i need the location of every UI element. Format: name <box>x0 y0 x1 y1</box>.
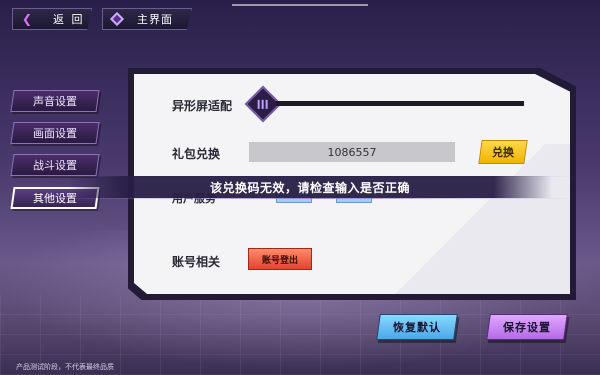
gift-redeem-label: 礼包兑换 <box>172 147 221 161</box>
restore-defaults-button[interactable]: 恢复默认 <box>376 314 458 340</box>
logout-button-label: 账号登出 <box>261 255 298 266</box>
sidebar-item-sound[interactable]: 声音设置 <box>10 90 100 112</box>
notch-adapt-label: 异形屏适配 <box>172 99 233 113</box>
slider-bars-icon <box>258 99 268 109</box>
toast-border-bottom <box>40 198 580 199</box>
save-settings-button[interactable]: 保存设置 <box>486 314 568 340</box>
redeem-button-label: 兑换 <box>492 146 514 159</box>
back-arrow-icon: ❮ <box>21 12 33 26</box>
top-indicator-line <box>232 4 368 6</box>
redeem-button[interactable]: 兑换 <box>478 140 528 164</box>
logout-button[interactable]: 账号登出 <box>248 248 312 270</box>
sidebar-item-label: 声音设置 <box>33 95 77 108</box>
sidebar-item-graphics[interactable]: 画面设置 <box>10 122 100 144</box>
panel-decoration <box>370 144 570 294</box>
save-settings-label: 保存设置 <box>503 321 551 334</box>
account-label: 账号相关 <box>172 255 221 269</box>
back-button[interactable]: ❮ 返 回 <box>12 8 92 30</box>
back-button-label: 返 回 <box>53 13 85 26</box>
restore-defaults-label: 恢复默认 <box>393 321 441 334</box>
toast-message: 该兑换码无效，请检查输入是否正确 <box>209 180 410 195</box>
footer-note: 产品测试阶段，不代表最终品质 <box>16 363 114 371</box>
home-button-label: 主界面 <box>137 13 173 26</box>
sidebar-item-label: 画面设置 <box>33 127 77 140</box>
home-button[interactable]: 主界面 <box>102 8 192 30</box>
sidebar-item-label: 战斗设置 <box>33 159 77 172</box>
diamond-icon <box>109 11 125 27</box>
sidebar-item-battle[interactable]: 战斗设置 <box>10 154 100 176</box>
gift-code-input[interactable] <box>249 142 455 162</box>
notch-adapt-slider-track[interactable] <box>276 101 524 106</box>
error-toast: 该兑换码无效，请检查输入是否正确 <box>68 176 552 198</box>
